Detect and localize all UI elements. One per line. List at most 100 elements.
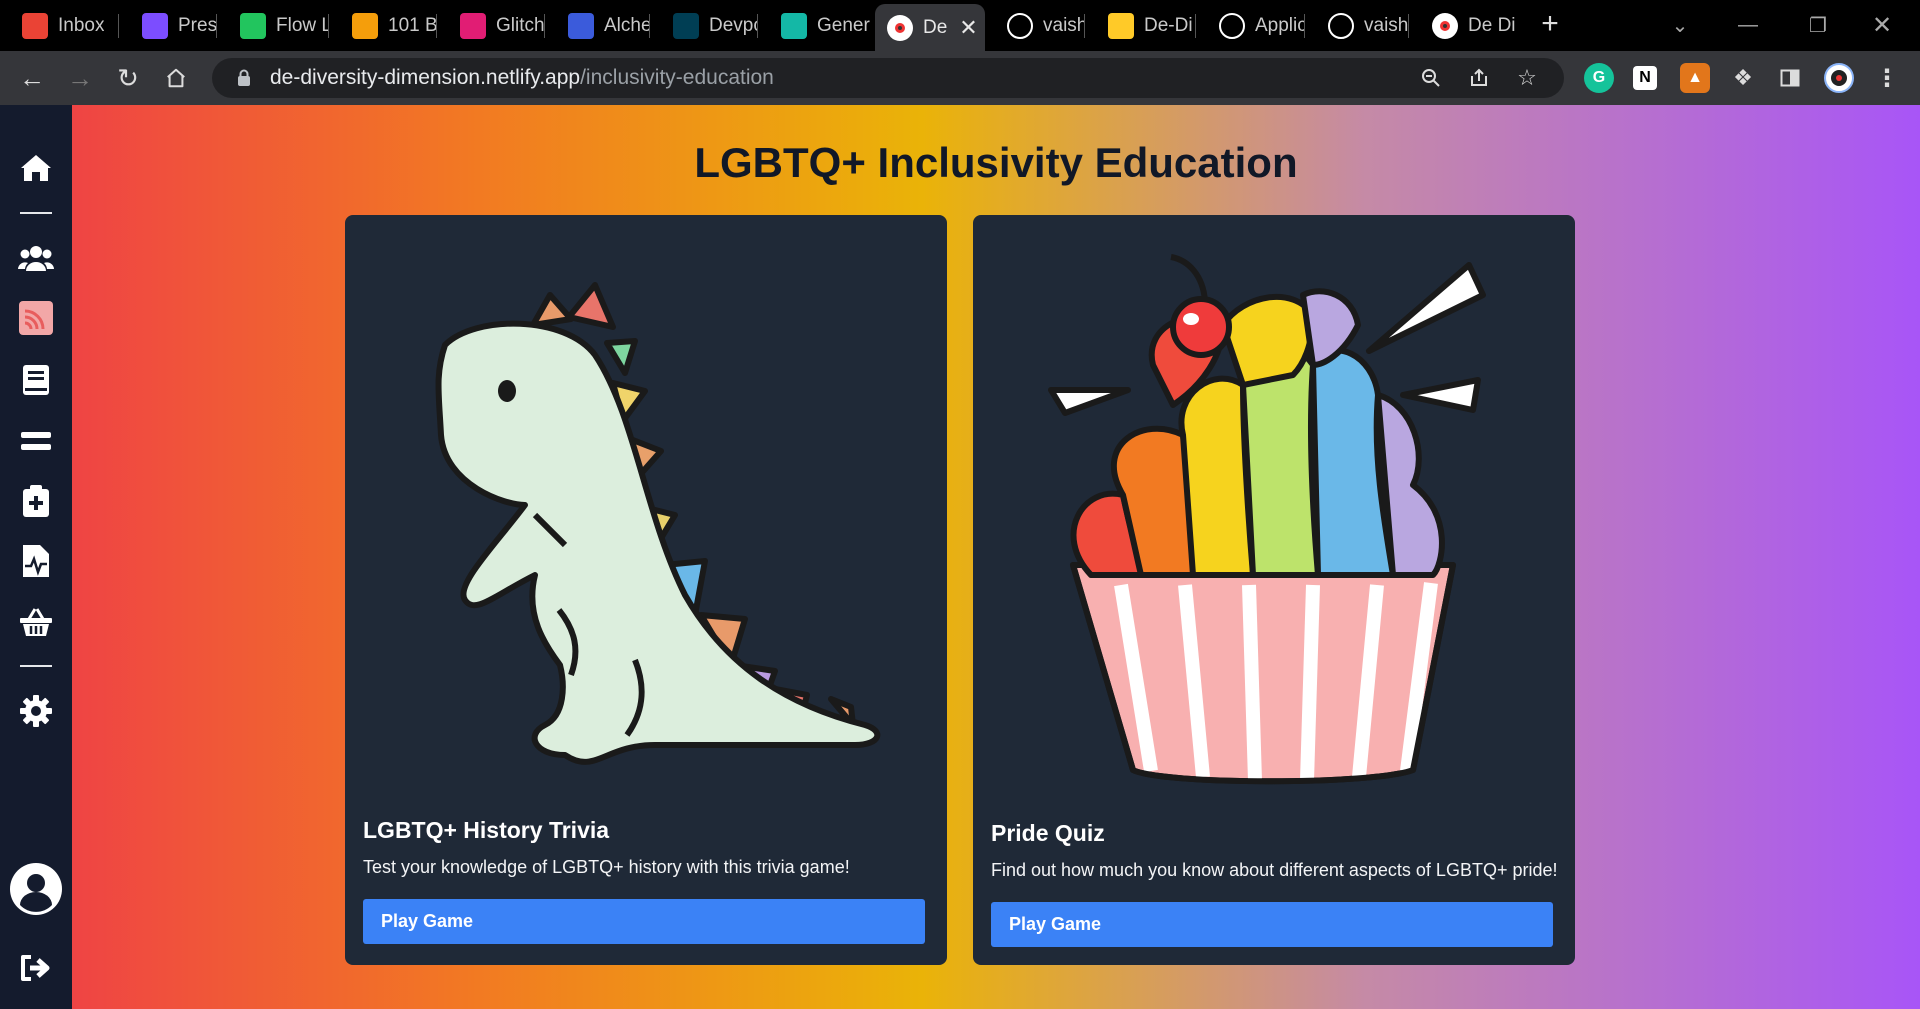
page-title: LGBTQ+ Inclusivity Education: [694, 139, 1298, 186]
browser-tab-label: Applic: [1255, 14, 1304, 36]
equals-icon: [21, 432, 51, 450]
gmail-icon: [22, 12, 48, 39]
browser-tab[interactable]: Inbox: [0, 0, 118, 51]
sidebar-item-resources[interactable]: [14, 358, 58, 402]
sign-out-icon: [21, 955, 50, 981]
card-description: Test your knowledge of LGBTQ+ history wi…: [363, 857, 850, 877]
browser-tab[interactable]: De ✕: [875, 4, 985, 51]
profile-avatar-icon[interactable]: [1824, 63, 1854, 93]
game-card-history-trivia: LGBTQ+ History Trivia Test your knowledg…: [345, 215, 947, 965]
podcast-icon: [19, 301, 53, 335]
sidebar-item-logout[interactable]: [14, 946, 58, 990]
file-medical-icon: [23, 545, 49, 577]
devpost-icon: [673, 12, 699, 39]
gear-icon: [20, 695, 52, 727]
side-panel-icon[interactable]: [1775, 63, 1805, 93]
tab-separator: [1195, 14, 1196, 38]
browser-tab[interactable]: De-Di: [1086, 0, 1195, 51]
url-path: /inclusivity-education: [580, 66, 774, 89]
url-text[interactable]: de-diversity-dimension.netlify.app/inclu…: [270, 66, 774, 90]
browser-tab-label: De: [923, 16, 948, 38]
pill-icon: [352, 12, 378, 39]
sidebar-item-home[interactable]: [14, 146, 58, 190]
window-close-icon[interactable]: ✕: [1852, 0, 1912, 51]
site-icon: [1432, 12, 1458, 39]
tab-separator: [1084, 14, 1085, 38]
back-button[interactable]: ←: [14, 60, 50, 96]
browser-tab-label: De-Di: [1144, 14, 1193, 36]
new-tab-button[interactable]: +: [1533, 8, 1567, 42]
grammarly-icon[interactable]: G: [1584, 63, 1614, 93]
address-bar[interactable]: de-diversity-dimension.netlify.app/inclu…: [212, 58, 1564, 98]
home-button[interactable]: [158, 60, 194, 96]
tab-separator: [436, 14, 437, 38]
browser-tab[interactable]: vaishn: [1306, 0, 1408, 51]
browser-toolbar: ← → ↻ de-diversity-dimension.netlify.app…: [0, 51, 1920, 105]
browser-tab-label: Alche: [604, 14, 649, 36]
tab-separator: [649, 14, 650, 38]
share-icon[interactable]: [1462, 61, 1496, 95]
site-icon: [887, 14, 913, 41]
browser-tab[interactable]: Alche: [546, 0, 649, 51]
flow-icon: [240, 12, 266, 39]
tab-separator: [757, 14, 758, 38]
tab-separator: [118, 14, 119, 38]
sidebar-item-equality[interactable]: [14, 419, 58, 463]
browser-tab-label: Glitch: [496, 14, 544, 36]
firebase-icon: [1108, 12, 1134, 39]
user-circle-icon: [10, 863, 62, 915]
sidebar: [0, 105, 72, 1009]
minimize-icon[interactable]: —: [1718, 0, 1778, 51]
tab-separator: [1304, 14, 1305, 38]
web-app: LGBTQ+ Inclusivity Education LGBTQ+ Hist…: [0, 105, 1920, 1009]
lock-icon[interactable]: [230, 69, 258, 87]
sidebar-item-community[interactable]: [14, 236, 58, 280]
browser-tab-label: De Di: [1468, 14, 1516, 36]
play-game-button[interactable]: Play Game: [363, 899, 925, 944]
browser-tab[interactable]: Devpo: [651, 0, 757, 51]
sidebar-item-settings[interactable]: [14, 689, 58, 733]
browser-menu-icon[interactable]: ⋮: [1872, 63, 1902, 93]
tab-close-icon[interactable]: ✕: [959, 15, 977, 41]
browser-tab[interactable]: 101 Bl: [330, 0, 436, 51]
browser-tab[interactable]: Applic: [1197, 0, 1304, 51]
github-icon: [1328, 12, 1354, 39]
book-icon: [23, 365, 49, 395]
sidebar-item-podcast[interactable]: [14, 296, 58, 340]
sidebar-item-profile[interactable]: [9, 862, 63, 916]
browser-tab[interactable]: vaishn: [985, 0, 1084, 51]
card-description: Find out how much you know about differe…: [991, 860, 1558, 880]
zoom-icon[interactable]: [1414, 61, 1448, 95]
rainbow-cupcake-illustration: [1048, 254, 1486, 785]
browser-tab[interactable]: Glitch: [438, 0, 544, 51]
forward-button[interactable]: →: [62, 60, 98, 96]
tab-separator: [544, 14, 545, 38]
sidebar-item-shop[interactable]: [14, 600, 58, 644]
fish-icon: [460, 12, 486, 39]
notion-icon[interactable]: N: [1633, 66, 1657, 90]
browser-tab-label: Flow L: [276, 14, 328, 36]
restore-icon[interactable]: ❐: [1788, 0, 1848, 51]
sidebar-item-health[interactable]: [14, 479, 58, 523]
browser-tab-strip: Inbox Presen Flow L 101 Bl Glitch Alche Devpo G…: [0, 0, 1920, 51]
browser-tab[interactable]: Presen: [120, 0, 216, 51]
basket-icon: [20, 608, 52, 636]
sidebar-item-medical-records[interactable]: [14, 539, 58, 583]
browser-tab[interactable]: Gener: [759, 0, 873, 51]
browser-tab-label: Inbox: [58, 14, 105, 36]
card-title: Pride Quiz: [991, 820, 1105, 846]
clipboard-plus-icon: [23, 485, 49, 517]
play-game-button[interactable]: Play Game: [991, 902, 1553, 947]
browser-tab[interactable]: De Di: [1410, 0, 1520, 51]
users-icon: [18, 246, 54, 271]
tab-separator: [328, 14, 329, 38]
bookmark-star-icon[interactable]: ☆: [1510, 61, 1544, 95]
browser-tab-label: vaishn: [1364, 14, 1408, 36]
metamask-icon[interactable]: ▲: [1680, 63, 1710, 93]
browser-tab-label: Presen: [178, 14, 216, 36]
browser-tab[interactable]: Flow L: [218, 0, 328, 51]
extensions-puzzle-icon[interactable]: ❖: [1728, 63, 1758, 93]
sidebar-divider: [20, 665, 52, 667]
tab-search-icon[interactable]: ⌄: [1650, 0, 1710, 51]
reload-button[interactable]: ↻: [110, 60, 146, 96]
